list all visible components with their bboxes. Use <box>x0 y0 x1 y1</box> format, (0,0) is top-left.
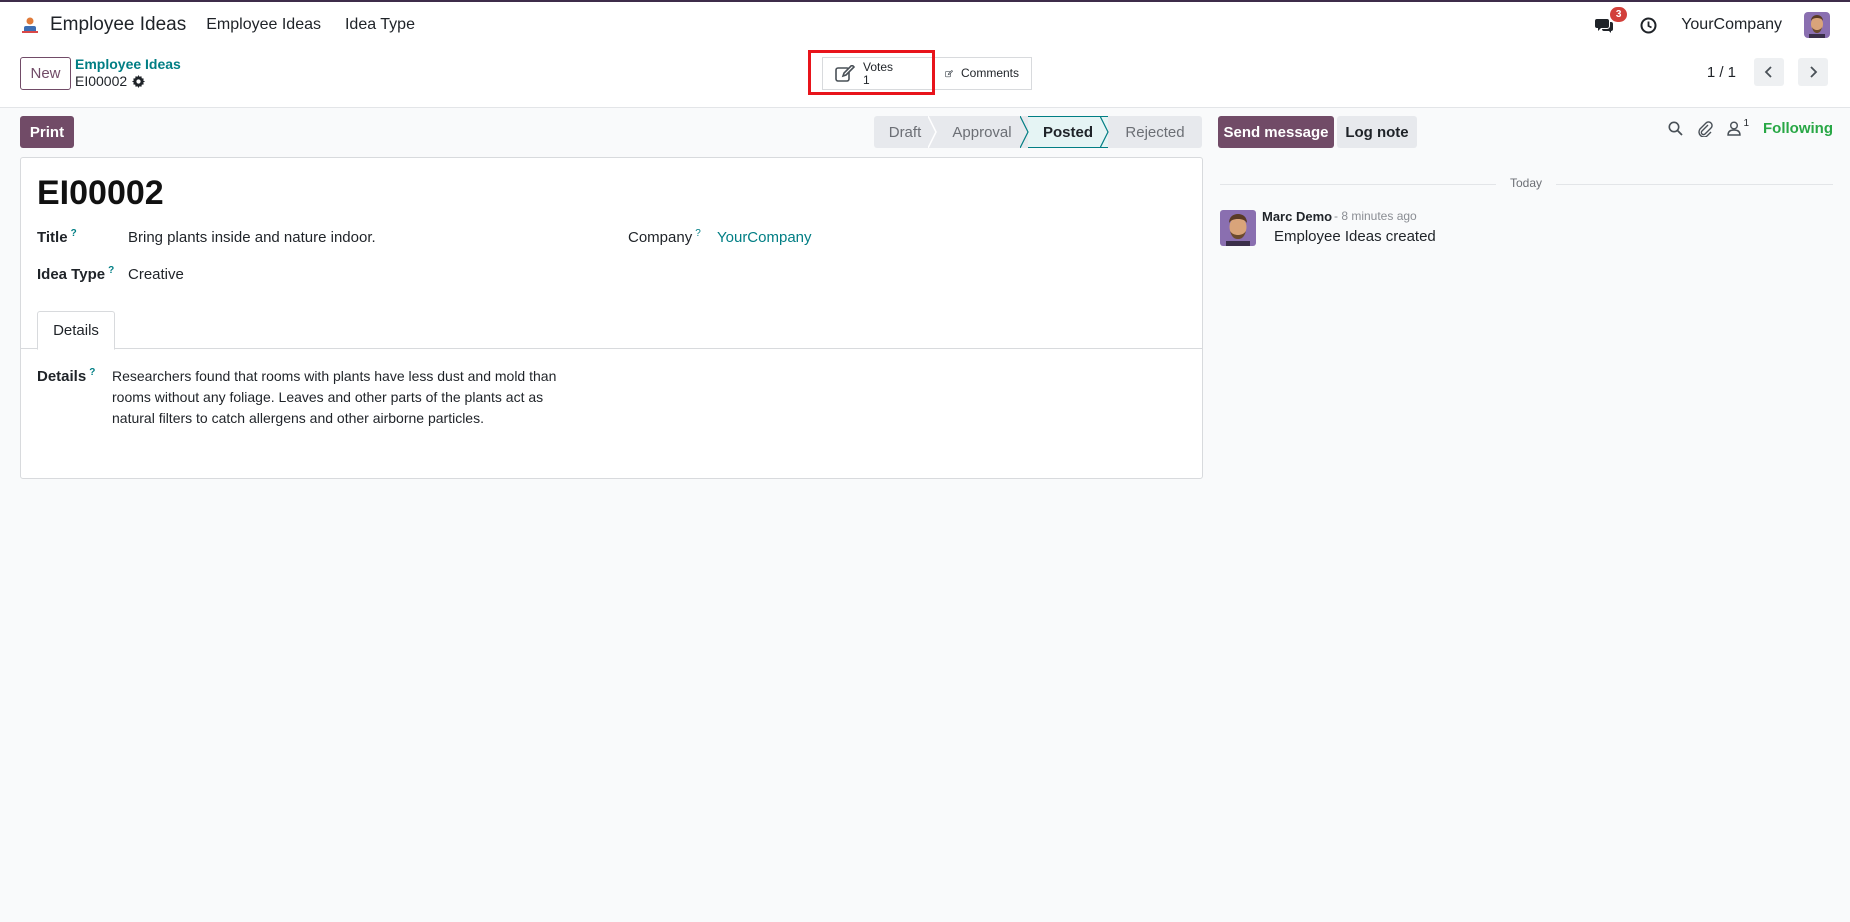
stage-rejected-label: Rejected <box>1125 123 1185 141</box>
details-field[interactable]: Researchers found that rooms with plants… <box>112 366 582 429</box>
navbar-systray: 3 YourCompany <box>1593 7 1830 38</box>
form-sheet: EI00002 Title? Bring plants inside and n… <box>20 157 1203 479</box>
notebook-tabs: Details <box>21 311 1202 350</box>
help-tooltip-icon[interactable]: ? <box>108 265 114 276</box>
menu-idea-type[interactable]: Idea Type <box>345 16 415 34</box>
chatter-toolbar: 1 Following <box>1668 118 1833 137</box>
messages-count-badge: 3 <box>1610 7 1628 22</box>
stage-approval[interactable]: Approval <box>936 116 1029 148</box>
statusbar: Draft Approval Posted Rejected <box>874 116 1202 148</box>
title-field[interactable]: Bring plants inside and nature indoor. <box>128 229 376 246</box>
messaging-button[interactable]: 3 <box>1593 7 1628 36</box>
details-label: Details? <box>37 367 95 385</box>
stage-rejected[interactable]: Rejected <box>1108 116 1202 148</box>
details-label-text: Details <box>37 368 87 385</box>
send-message-button[interactable]: Send message <box>1218 116 1334 148</box>
votes-label: Votes <box>863 59 894 74</box>
control-panel: New Employee Ideas EI00002 Votes 1 Comme… <box>0 48 1850 108</box>
employee-ideas-app-icon[interactable] <box>20 15 40 35</box>
paperclip-icon[interactable] <box>1697 120 1714 137</box>
stage-arrow <box>928 116 937 148</box>
log-note-button[interactable]: Log note <box>1337 116 1417 148</box>
votes-smart-button[interactable]: Votes 1 <box>822 57 932 90</box>
stage-posted-label: Posted <box>1042 123 1093 141</box>
pager-next-button[interactable] <box>1798 58 1828 86</box>
message-author-avatar[interactable] <box>1220 210 1256 246</box>
menu-employee-ideas[interactable]: Employee Ideas <box>206 16 321 34</box>
date-divider-label: Today <box>1496 176 1557 190</box>
chevron-right-icon <box>1810 66 1818 78</box>
title-label: Title? <box>37 228 77 246</box>
breadcrumb-current: EI00002 <box>75 73 146 89</box>
stage-draft-label: Draft <box>888 123 922 141</box>
stage-posted[interactable]: Posted <box>1028 116 1109 148</box>
stage-arrow <box>1020 116 1029 148</box>
followers-button[interactable]: 1 <box>1727 118 1750 136</box>
comments-label: Comments <box>960 66 1019 80</box>
record-name: EI00002 <box>37 174 164 212</box>
top-navbar: Employee Ideas Employee Ideas Idea Type … <box>0 2 1850 48</box>
company-switcher[interactable]: YourCompany <box>1681 16 1782 34</box>
following-button[interactable]: Following <box>1763 120 1833 137</box>
stage-draft[interactable]: Draft <box>874 116 937 148</box>
edit-icon <box>945 69 953 77</box>
company-field[interactable]: YourCompany <box>717 229 812 246</box>
new-button[interactable]: New <box>20 57 71 90</box>
app-brand[interactable]: Employee Ideas <box>50 14 186 36</box>
help-tooltip-icon[interactable]: ? <box>695 228 701 239</box>
company-label-text: Company <box>628 229 693 246</box>
user-icon <box>1727 121 1742 136</box>
chevron-left-icon <box>1764 66 1772 78</box>
print-button[interactable]: Print <box>20 116 74 148</box>
clock-icon <box>1640 17 1657 33</box>
votes-text: Votes 1 <box>863 59 894 87</box>
message-body: Employee Ideas created <box>1274 228 1436 245</box>
title-label-text: Title <box>37 229 68 246</box>
pager-previous-button[interactable] <box>1754 58 1784 86</box>
breadcrumb-current-label: EI00002 <box>75 73 128 89</box>
followers-count: 1 <box>1743 118 1750 129</box>
pager-value[interactable]: 1 / 1 <box>1707 64 1736 81</box>
message-time: - 8 minutes ago <box>1334 209 1417 223</box>
company-label: Company? <box>628 228 701 246</box>
comments-smart-button[interactable]: Comments <box>932 57 1032 90</box>
idea-type-label-text: Idea Type <box>37 266 106 283</box>
pager: 1 / 1 <box>1707 58 1828 86</box>
stage-approval-label: Approval <box>952 123 1012 141</box>
user-avatar[interactable] <box>1804 12 1830 38</box>
edit-icon <box>835 64 855 82</box>
smart-buttons: Votes 1 Comments <box>822 57 1032 90</box>
votes-count: 1 <box>863 72 870 87</box>
message-author[interactable]: Marc Demo <box>1262 209 1332 224</box>
activity-button[interactable] <box>1637 14 1659 36</box>
idea-type-label: Idea Type? <box>37 265 114 283</box>
idea-type-field[interactable]: Creative <box>128 266 184 283</box>
stage-arrow <box>1100 116 1109 148</box>
search-icon[interactable] <box>1668 121 1684 136</box>
help-tooltip-icon[interactable]: ? <box>71 228 77 239</box>
tab-details[interactable]: Details <box>37 311 115 350</box>
help-tooltip-icon[interactable]: ? <box>89 367 95 378</box>
breadcrumb-parent[interactable]: Employee Ideas <box>75 56 181 72</box>
chat-bubbles-icon <box>1595 19 1614 33</box>
gear-icon[interactable] <box>132 74 146 88</box>
